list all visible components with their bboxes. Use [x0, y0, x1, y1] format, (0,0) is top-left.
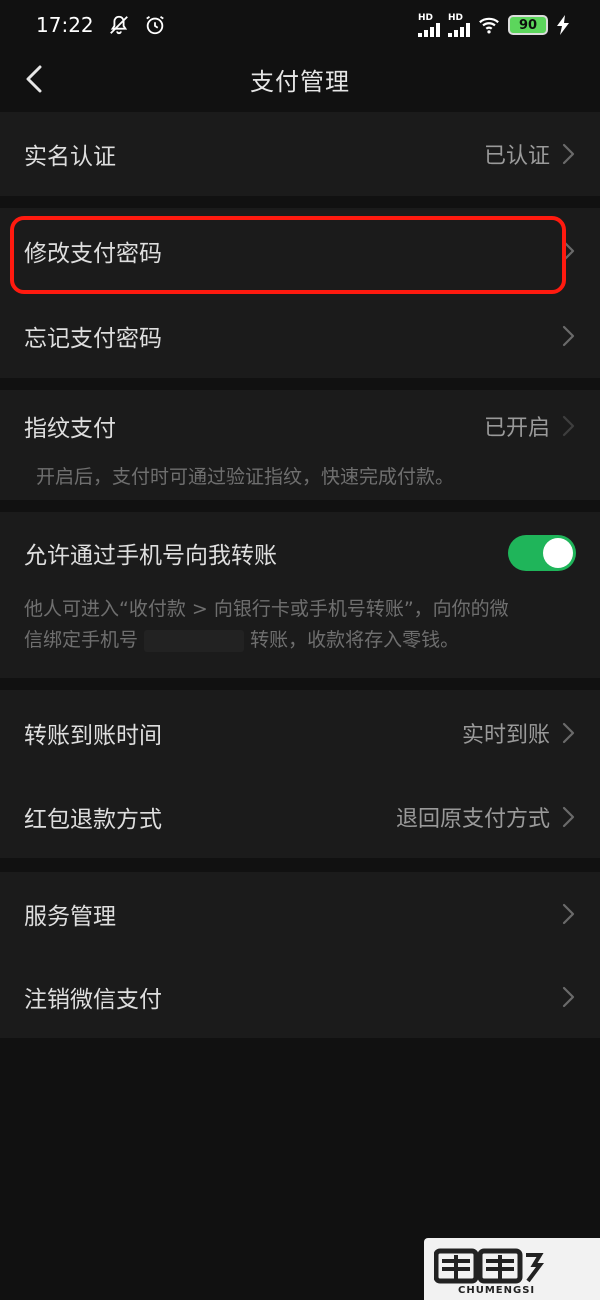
- mute-bell-icon: [109, 15, 128, 35]
- row-label: 指纹支付: [24, 416, 116, 442]
- row-cancel-pay[interactable]: 注销微信支付: [0, 956, 600, 1038]
- chevron-right-icon: [562, 903, 575, 925]
- row-forgot-password[interactable]: 忘记支付密码: [0, 294, 600, 378]
- group-phone-transfer: 允许通过手机号向我转账 他人可进入“收付款 > 向银行卡或手机号转账”，向你的微…: [0, 512, 600, 678]
- hd-label: HD: [448, 12, 464, 23]
- desc-line-2-tail: 转账，收款将存入零钱。: [250, 629, 460, 651]
- page-title: 支付管理: [250, 67, 350, 96]
- hd-label: HD: [418, 12, 434, 23]
- desc-line-2-head: 信绑定手机号: [24, 629, 139, 651]
- chevron-right-icon: [562, 415, 575, 437]
- status-right: HD HD 90: [418, 12, 570, 37]
- row-label: 忘记支付密码: [24, 326, 162, 352]
- row-service-management[interactable]: 服务管理: [0, 872, 600, 956]
- group-password: 修改支付密码 忘记支付密码: [0, 208, 600, 378]
- group-service: 服务管理 注销微信支付: [0, 872, 600, 1038]
- watermark-subtext: CHUMENGSI: [458, 1285, 536, 1296]
- chevron-right-icon: [562, 722, 575, 744]
- row-refund-method[interactable]: 红包退款方式 退回原支付方式: [0, 776, 600, 858]
- row-value: 已开启: [483, 416, 550, 441]
- row-label: 允许通过手机号向我转账: [24, 543, 277, 569]
- redacted-phone: [144, 629, 245, 652]
- nav-bar: 支付管理: [0, 50, 600, 108]
- row-label: 修改支付密码: [24, 241, 162, 267]
- phone-transfer-toggle[interactable]: [508, 535, 576, 571]
- row-label: 转账到账时间: [24, 723, 162, 749]
- row-phone-transfer: 允许通过手机号向我转账: [0, 512, 600, 594]
- row-value: 退回原支付方式: [395, 807, 550, 832]
- row-label: 注销微信支付: [24, 987, 162, 1013]
- phone-transfer-description: 他人可进入“收付款 > 向银行卡或手机号转账”，向你的微 信绑定手机号 转账，收…: [0, 594, 600, 656]
- chevron-right-icon: [562, 325, 575, 347]
- row-fingerprint[interactable]: 指纹支付 已开启: [0, 390, 600, 462]
- desc-line-1: 他人可进入“收付款 > 向银行卡或手机号转账”，向你的微: [24, 598, 509, 620]
- status-bar: 17:22 HD HD 90: [0, 0, 600, 50]
- row-label: 红包退款方式: [24, 807, 162, 833]
- row-arrival-time[interactable]: 转账到账时间 实时到账: [0, 690, 600, 776]
- toggle-knob: [543, 538, 573, 568]
- row-value: 已认证: [483, 144, 550, 169]
- group-transfer-settings: 转账到账时间 实时到账 红包退款方式 退回原支付方式: [0, 690, 600, 858]
- chevron-left-icon: [26, 65, 42, 93]
- back-button[interactable]: [14, 59, 54, 99]
- signal-2: HD: [448, 12, 470, 37]
- group-real-name: 实名认证 已认证: [0, 112, 600, 196]
- chevron-right-icon: [562, 806, 575, 828]
- row-label: 实名认证: [24, 144, 116, 170]
- battery-indicator: 90: [508, 15, 548, 35]
- status-left: 17:22: [36, 13, 166, 37]
- status-time: 17:22: [36, 13, 94, 37]
- signal-icon: [418, 22, 440, 37]
- chevron-right-icon: [562, 986, 575, 1008]
- alarm-clock-icon: [145, 15, 164, 35]
- desc-line-2: 信绑定手机号 转账，收款将存入零钱。: [24, 625, 576, 656]
- row-value: 实时到账: [461, 723, 550, 748]
- fingerprint-description: 开启后，支付时可通过验证指纹，快速完成付款。: [36, 466, 455, 488]
- charging-bolt-icon: [557, 15, 569, 35]
- wifi-icon: [479, 17, 499, 34]
- chevron-right-icon: [562, 143, 575, 165]
- chevron-right-icon: [562, 240, 575, 262]
- row-change-password[interactable]: 修改支付密码: [0, 208, 600, 294]
- watermark-logo: CHUMENGSI: [424, 1238, 600, 1300]
- row-label: 服务管理: [24, 904, 116, 930]
- row-real-name[interactable]: 实名认证 已认证: [0, 112, 600, 196]
- signal-icon: [448, 22, 470, 37]
- signal-1: HD: [418, 12, 440, 37]
- group-fingerprint: 指纹支付 已开启 开启后，支付时可通过验证指纹，快速完成付款。: [0, 390, 600, 500]
